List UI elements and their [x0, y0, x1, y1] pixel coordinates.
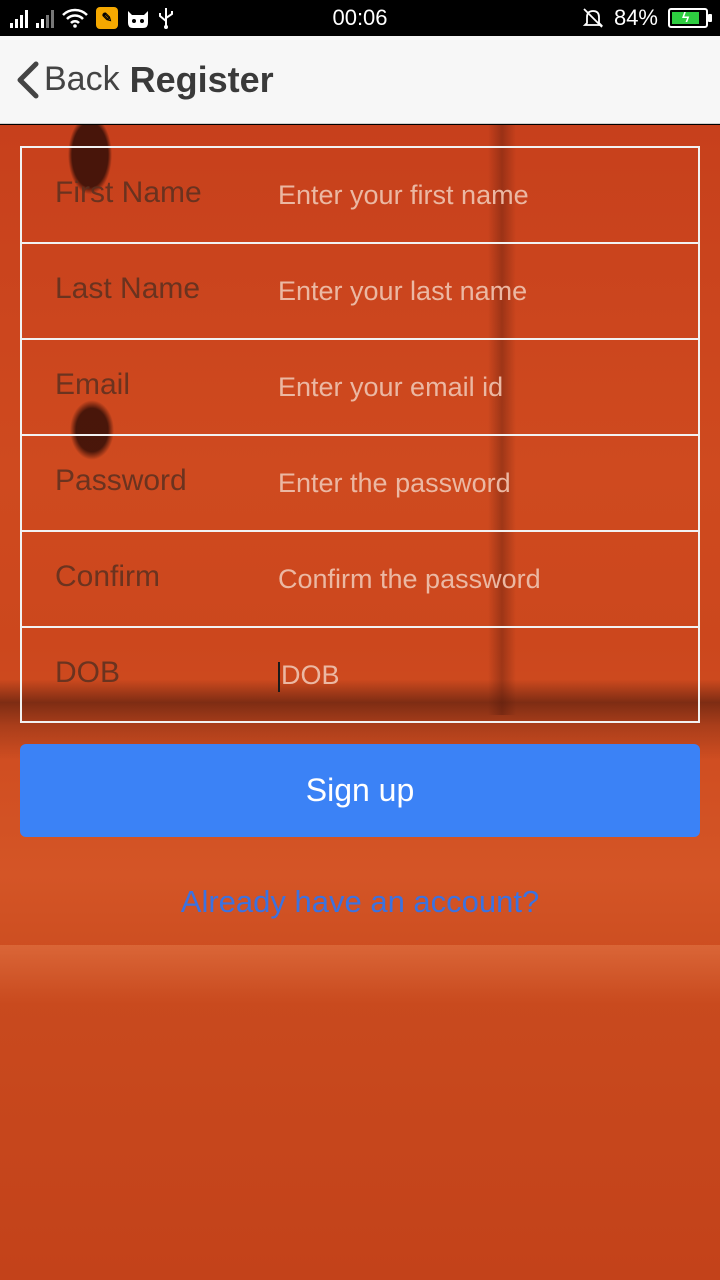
bell-muted-icon	[582, 8, 604, 28]
login-link[interactable]: Already have an account?	[0, 884, 720, 920]
status-bar: ✎ 00:06 84% ϟ	[0, 0, 720, 36]
password-label: Password	[55, 464, 187, 497]
register-form: First Name Last Name Email Password Conf…	[20, 146, 700, 723]
first-name-label: First Name	[55, 176, 202, 209]
form-row-last-name: Last Name	[22, 244, 698, 340]
confirm-label: Confirm	[55, 560, 161, 593]
battery-icon: ϟ	[668, 8, 712, 28]
status-icons-right: 84% ϟ	[582, 5, 712, 31]
dob-label: DOB	[55, 656, 121, 689]
first-name-input[interactable]	[278, 172, 678, 218]
password-input[interactable]	[278, 460, 678, 506]
form-row-first-name: First Name	[22, 148, 698, 244]
back-label: Back	[44, 60, 120, 98]
email-label: Email	[55, 368, 131, 401]
page-title: Register	[129, 58, 274, 100]
confirm-password-input[interactable]	[278, 556, 678, 602]
signup-button[interactable]: Sign up	[20, 744, 700, 837]
form-row-dob: DOB	[22, 628, 698, 724]
text-cursor	[278, 662, 280, 692]
battery-percent: 84%	[613, 5, 658, 30]
back-button[interactable]: Back	[14, 60, 120, 100]
dob-input[interactable]	[278, 652, 678, 698]
form-row-password: Password	[22, 436, 698, 532]
nav-header: Back Register	[0, 36, 720, 124]
last-name-label: Last Name	[55, 272, 201, 305]
last-name-input[interactable]	[278, 268, 678, 314]
chevron-left-icon	[17, 61, 39, 98]
email-input[interactable]	[278, 364, 678, 410]
form-row-confirm: Confirm	[22, 532, 698, 628]
form-row-email: Email	[22, 340, 698, 436]
